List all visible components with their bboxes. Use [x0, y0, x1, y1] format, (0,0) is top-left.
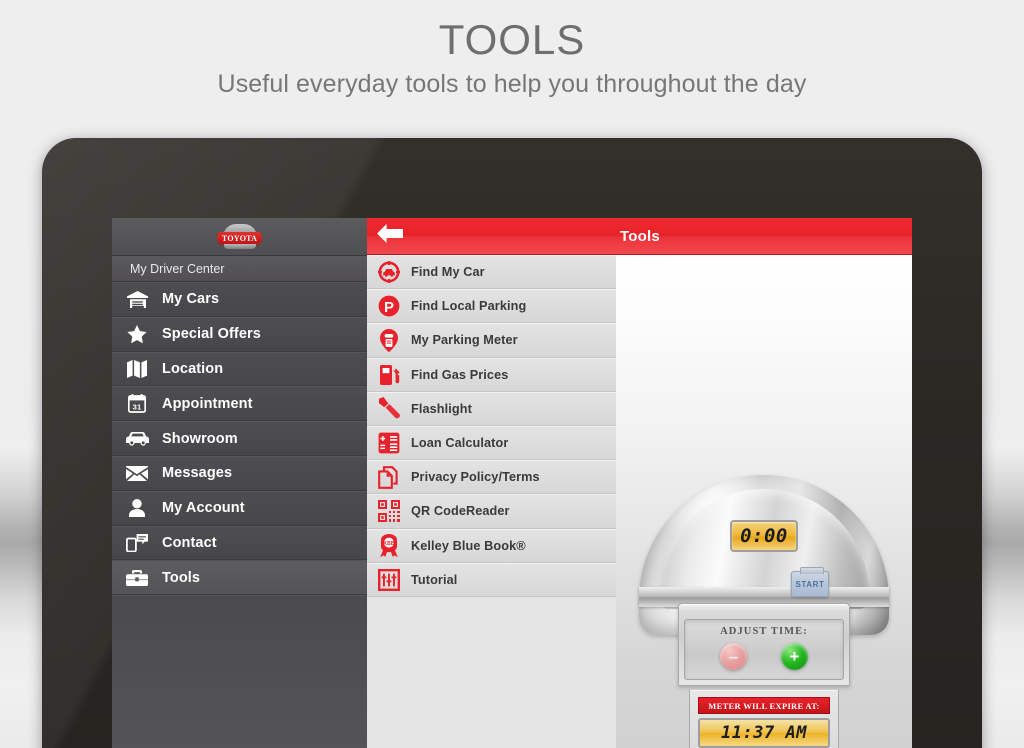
tool-item-find-my-car[interactable]: Find My Car: [367, 255, 616, 290]
page-title: TOOLS: [438, 16, 586, 63]
tool-item-loan-calculator[interactable]: Loan Calculator: [367, 425, 616, 461]
tablet-screen: TOYOTA My Driver Center My Cars Special …: [112, 218, 912, 748]
tool-item-find-gas-prices[interactable]: Find Gas Prices: [367, 357, 616, 392]
tool-item-label: Find Local Parking: [411, 299, 527, 314]
tool-item-kelley-blue-book[interactable]: KBB Kelley Blue Book®: [367, 528, 616, 563]
tool-item-label: Tutorial: [411, 572, 458, 587]
tool-item-label: Find Gas Prices: [411, 367, 509, 382]
kbb-ribbon-icon: KBB: [376, 534, 402, 558]
garage-icon: [122, 288, 152, 310]
meter-time-display: 0:00: [730, 520, 798, 552]
star-icon: [122, 323, 152, 345]
sidebar-item-my-account[interactable]: My Account: [112, 490, 367, 526]
toolbox-icon: [122, 567, 152, 589]
sidebar-item-my-cars[interactable]: My Cars: [112, 282, 367, 317]
svg-text:31: 31: [133, 403, 142, 412]
content-body: 0:00 START ADJUST TIME: – + METER WILL E…: [616, 255, 912, 748]
car-icon: [122, 428, 152, 450]
qr-code-icon: [376, 499, 402, 523]
meter-expire-display: 11:37 AM: [698, 718, 830, 748]
tool-item-find-local-parking[interactable]: P Find Local Parking: [367, 289, 616, 324]
tool-item-tutorial[interactable]: Tutorial: [367, 562, 616, 597]
map-icon: [122, 358, 152, 380]
documents-icon: [376, 465, 402, 489]
sidebar-item-location[interactable]: Location: [112, 351, 367, 387]
sidebar-item-label: Special Offers: [162, 326, 261, 343]
sidebar-item-appointment[interactable]: 31 Appointment: [112, 386, 367, 422]
tool-item-label: QR CodeReader: [411, 504, 510, 519]
calendar-icon: 31: [122, 393, 152, 415]
parking-meter-illustration: 0:00 START ADJUST TIME: – + METER WILL E…: [639, 475, 889, 748]
sidebar-item-label: My Account: [162, 500, 245, 517]
tools-list-header: [367, 218, 616, 255]
meter-expire-label: METER WILL EXPIRE AT:: [698, 697, 830, 714]
parking-meter-icon: [376, 328, 402, 352]
sidebar-empty-space: [112, 595, 367, 748]
svg-text:P: P: [384, 299, 394, 316]
sidebar-item-showroom[interactable]: Showroom: [112, 421, 367, 456]
tool-item-flashlight[interactable]: Flashlight: [367, 391, 616, 426]
meter-start-label: START: [795, 579, 825, 589]
meter-plus-button[interactable]: +: [781, 643, 808, 670]
meter-body: ADJUST TIME: – + METER WILL EXPIRE AT: 1…: [678, 603, 850, 748]
tool-item-my-parking-meter[interactable]: My Parking Meter: [367, 323, 616, 358]
svg-text:KBB: KBB: [383, 541, 394, 547]
page-root: TOOLS Useful everyday tools to help you …: [0, 0, 1024, 748]
phone-chat-icon: [122, 532, 152, 554]
gas-pump-icon: [376, 363, 402, 387]
sidebar-section-header: My Driver Center: [112, 256, 367, 282]
meter-start-button[interactable]: START: [791, 567, 829, 597]
adjust-time-label: ADJUST TIME:: [720, 626, 808, 637]
toyota-logo-icon: TOYOTA: [216, 223, 263, 250]
sidebar: TOYOTA My Driver Center My Cars Special …: [112, 218, 367, 748]
sidebar-item-label: Contact: [162, 534, 217, 551]
tool-item-label: Privacy Policy/Terms: [411, 470, 540, 485]
sidebar-item-tools[interactable]: Tools: [112, 560, 367, 596]
sidebar-logo[interactable]: TOYOTA: [112, 218, 367, 256]
sidebar-item-label: Appointment: [162, 395, 253, 412]
tool-item-label: My Parking Meter: [411, 333, 518, 348]
tablet-device: TOYOTA My Driver Center My Cars Special …: [42, 138, 982, 748]
sidebar-item-label: Messages: [162, 465, 233, 482]
meter-adjust-panel: ADJUST TIME: – +: [678, 603, 850, 686]
tools-list-empty-space: [367, 596, 616, 748]
user-icon: [122, 497, 152, 519]
meter-time-value: 0:00: [740, 525, 788, 547]
tools-list-panel: Find My Car P Find Local Parking My Park…: [367, 218, 616, 748]
tool-item-label: Kelley Blue Book®: [411, 538, 526, 553]
headline: TOOLS Useful everyday tools to help you …: [0, 16, 1024, 99]
page-subtitle: Useful everyday tools to help you throug…: [217, 70, 807, 99]
find-my-car-icon: [376, 260, 402, 284]
content-header: Tools: [616, 218, 912, 255]
meter-expire-value: 11:37 AM: [721, 723, 807, 743]
sidebar-item-label: Tools: [162, 569, 201, 586]
sidebar-item-label: My Cars: [162, 291, 220, 308]
back-arrow-icon[interactable]: [377, 224, 403, 248]
tool-item-label: Find My Car: [411, 265, 485, 280]
sidebar-item-special-offers[interactable]: Special Offers: [112, 316, 367, 352]
sidebar-item-label: Location: [162, 360, 224, 377]
sidebar-item-contact[interactable]: Contact: [112, 525, 367, 561]
sidebar-item-messages[interactable]: Messages: [112, 455, 367, 491]
calculator-icon: [376, 431, 402, 455]
parking-p-icon: P: [376, 294, 402, 318]
meter-minus-button[interactable]: –: [720, 643, 747, 670]
tutorial-icon: [376, 568, 402, 592]
toyota-logo-text: TOYOTA: [221, 233, 258, 243]
sidebar-item-label: Showroom: [162, 430, 238, 447]
flashlight-icon: [376, 397, 402, 421]
content-title: Tools: [620, 227, 660, 245]
tool-item-label: Flashlight: [411, 401, 472, 416]
envelope-icon: [122, 462, 152, 484]
tool-item-qr-code-reader[interactable]: QR CodeReader: [367, 494, 616, 529]
tool-item-privacy-policy-terms[interactable]: Privacy Policy/Terms: [367, 460, 616, 495]
content-panel: Tools 0:00 START ADJUST TIME: – + METER …: [616, 218, 912, 748]
meter-expire-panel: METER WILL EXPIRE AT: 11:37 AM: [689, 690, 839, 748]
tool-item-label: Loan Calculator: [411, 436, 509, 451]
